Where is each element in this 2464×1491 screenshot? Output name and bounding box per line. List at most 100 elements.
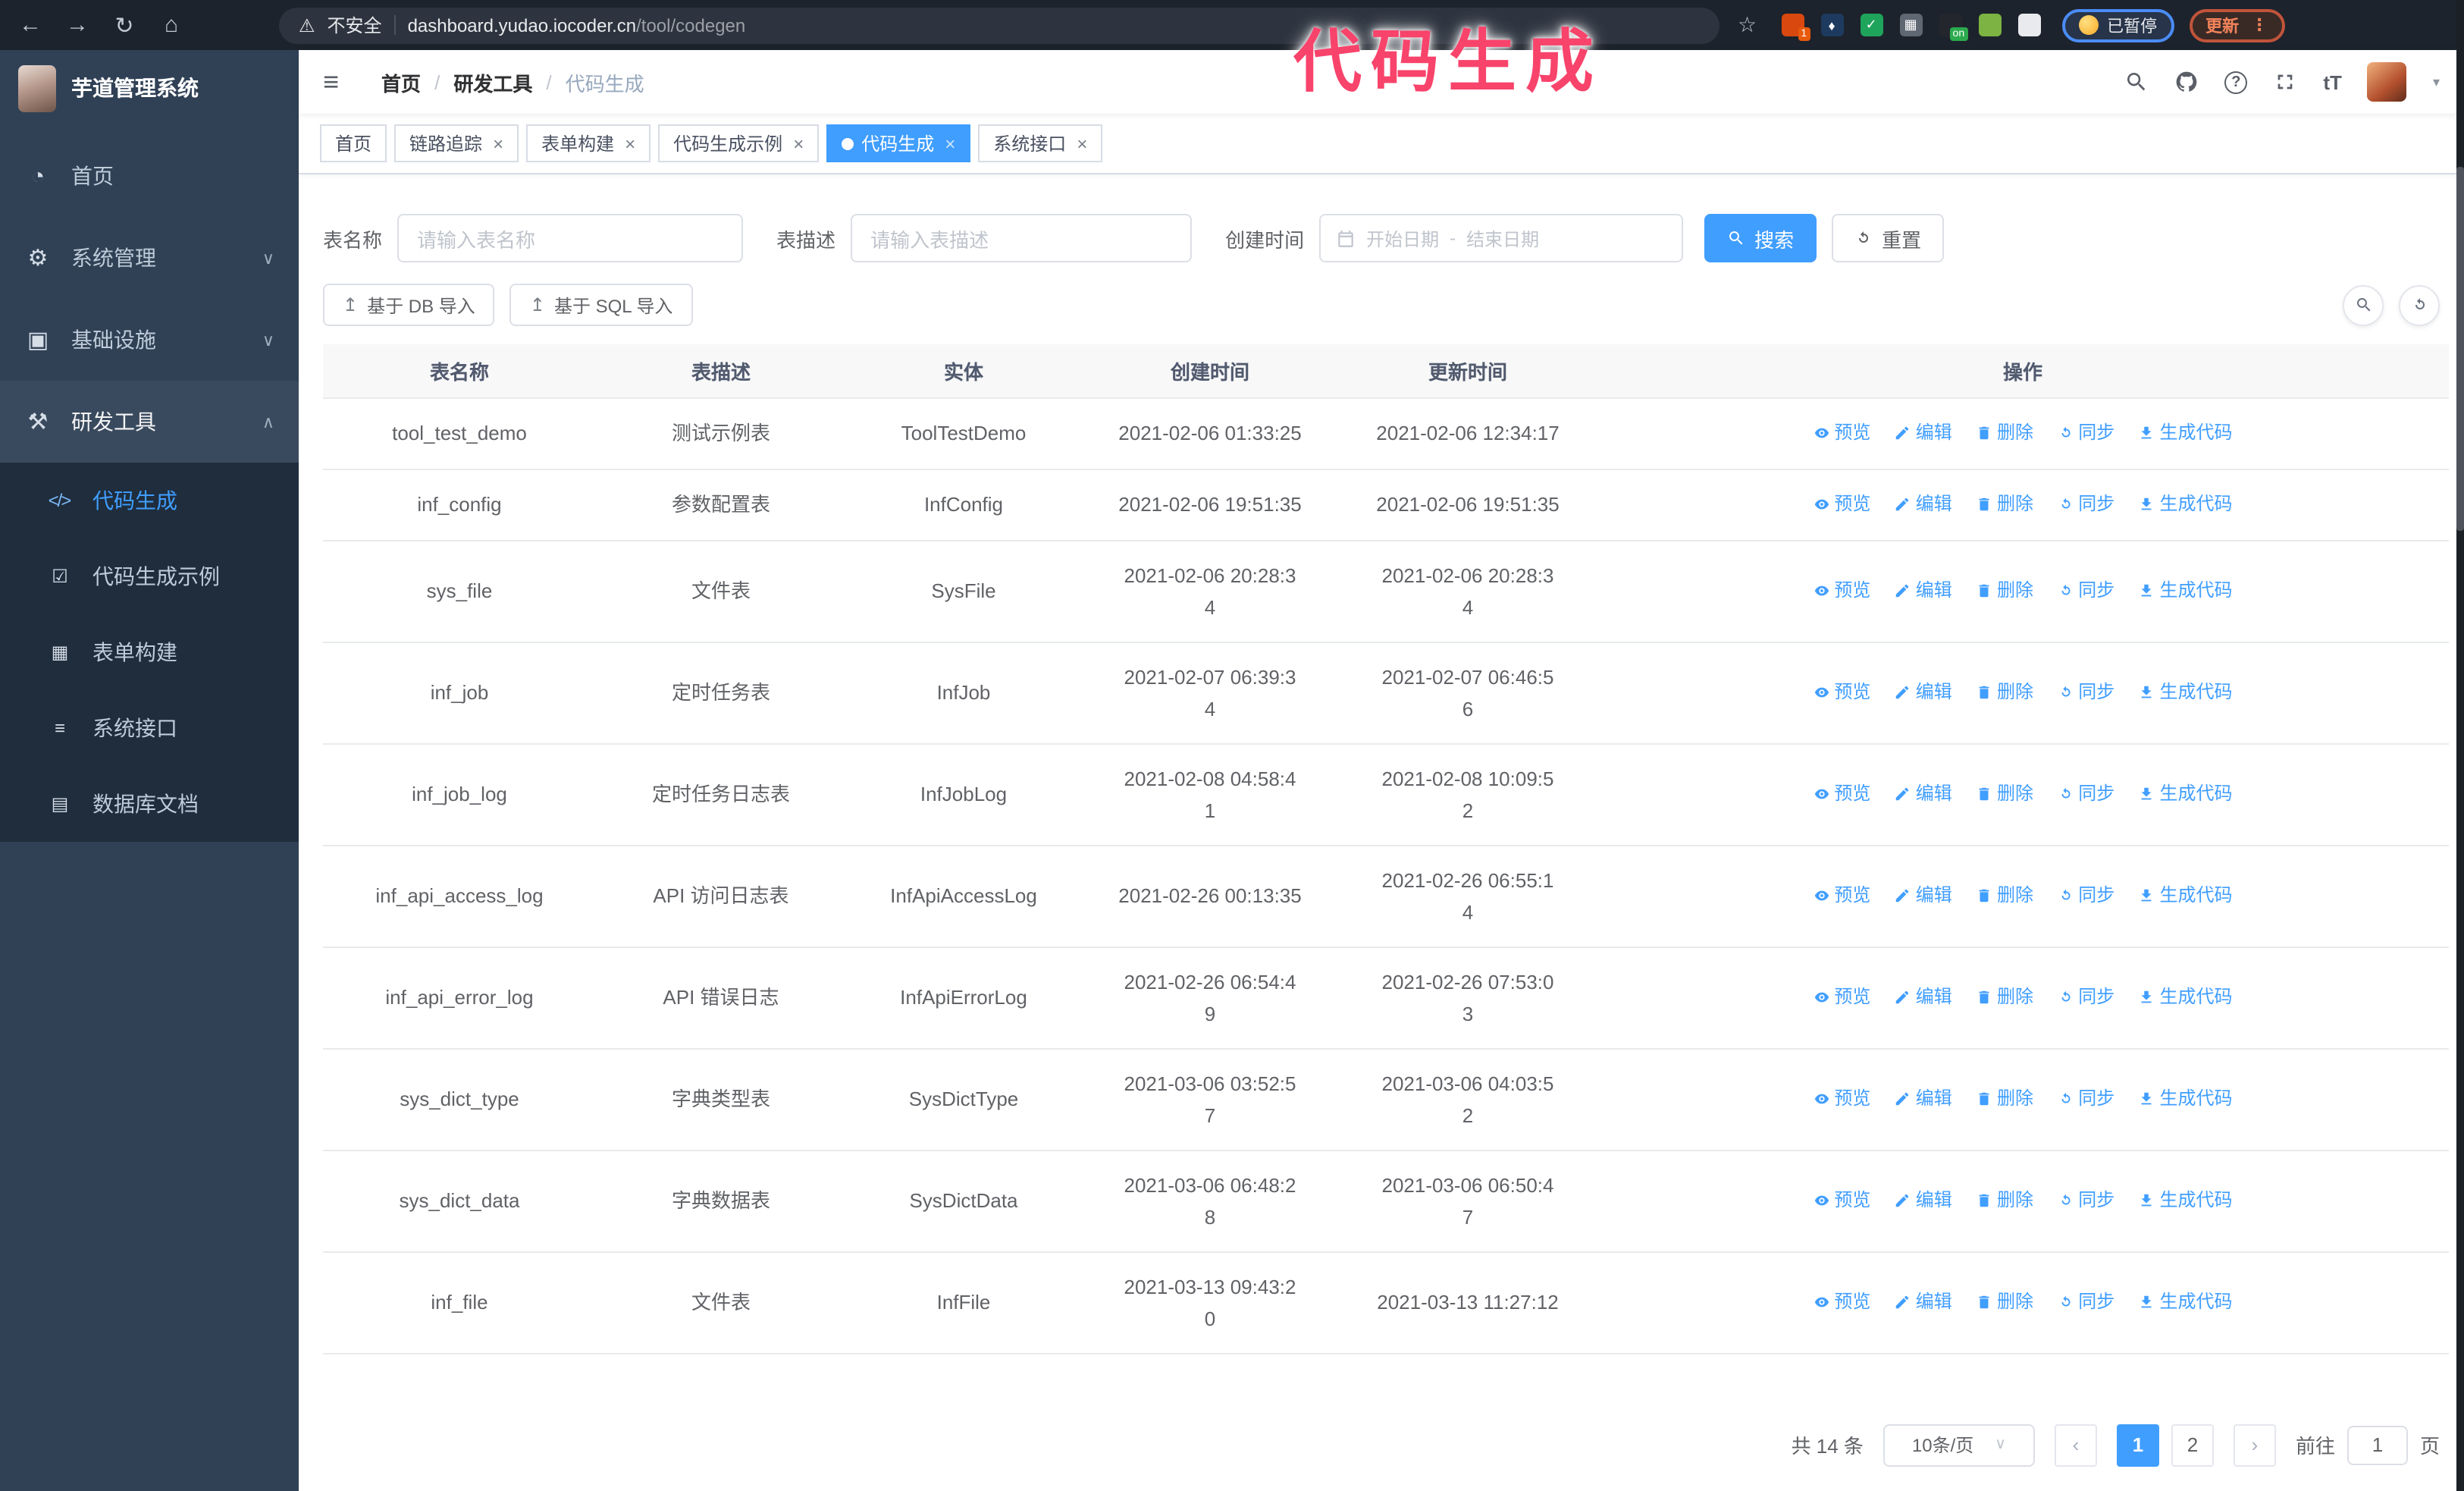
browser-back-icon[interactable]: ← bbox=[15, 12, 45, 38]
generate-code-link[interactable]: 生成代码 bbox=[2139, 416, 2233, 448]
toggle-search-button[interactable] bbox=[2343, 284, 2384, 325]
page-tab[interactable]: 代码生成 × bbox=[826, 124, 971, 162]
help-icon[interactable]: ? bbox=[2224, 71, 2248, 93]
extension-check-icon[interactable]: ✓ bbox=[1860, 14, 1883, 36]
delete-link[interactable]: 删除 bbox=[1976, 574, 2033, 606]
goto-page-input[interactable] bbox=[2346, 1425, 2408, 1464]
preview-link[interactable]: 预览 bbox=[1813, 777, 1870, 809]
sidebar-item[interactable]: ▣ 基础设施 ∨ bbox=[0, 299, 299, 381]
delete-link[interactable]: 删除 bbox=[1976, 879, 2033, 911]
font-size-icon[interactable]: tT bbox=[2323, 71, 2342, 93]
preview-link[interactable]: 预览 bbox=[1813, 879, 1870, 911]
tab-close-icon[interactable]: × bbox=[493, 133, 503, 154]
fullscreen-icon[interactable] bbox=[2273, 70, 2297, 94]
sidebar-subitem[interactable]: ▤ 数据库文档 bbox=[0, 766, 299, 842]
page-tab[interactable]: 首页 bbox=[320, 124, 387, 162]
delete-link[interactable]: 删除 bbox=[1976, 676, 2033, 708]
tab-close-icon[interactable]: × bbox=[945, 133, 955, 154]
sql-import-button[interactable]: ↥ 基于 SQL 导入 bbox=[509, 284, 693, 326]
kebab-menu-icon[interactable]: ⋮ bbox=[2251, 15, 2268, 35]
sidebar-subitem[interactable]: ▦ 表单构建 bbox=[0, 614, 299, 690]
tab-close-icon[interactable]: × bbox=[1077, 133, 1087, 154]
edit-link[interactable]: 编辑 bbox=[1895, 676, 1952, 708]
tab-close-icon[interactable]: × bbox=[793, 133, 804, 154]
reset-button[interactable]: 重置 bbox=[1832, 214, 1945, 262]
table-name-input[interactable]: 请输入表名称 bbox=[397, 214, 744, 262]
generate-code-link[interactable]: 生成代码 bbox=[2139, 777, 2233, 809]
search-icon[interactable] bbox=[2124, 70, 2149, 94]
generate-code-link[interactable]: 生成代码 bbox=[2139, 676, 2233, 708]
page-tab[interactable]: 代码生成示例 × bbox=[658, 124, 820, 162]
page-size-select[interactable]: 10条/页 ∨ bbox=[1882, 1424, 2035, 1466]
sidebar-item[interactable]: ⚒ 研发工具 ∧ bbox=[0, 381, 299, 463]
delete-link[interactable]: 删除 bbox=[1976, 416, 2033, 448]
edit-link[interactable]: 编辑 bbox=[1895, 416, 1952, 448]
preview-link[interactable]: 预览 bbox=[1813, 488, 1870, 519]
date-range-picker[interactable]: 开始日期 - 结束日期 bbox=[1319, 214, 1684, 262]
generate-code-link[interactable]: 生成代码 bbox=[2139, 574, 2233, 606]
page-tab[interactable]: 系统接口 × bbox=[978, 124, 1103, 162]
sidebar-collapse-icon[interactable]: ≡ bbox=[323, 68, 339, 96]
sidebar-subitem[interactable]: ☑ 代码生成示例 bbox=[0, 538, 299, 614]
user-avatar[interactable] bbox=[2367, 62, 2407, 102]
preview-link[interactable]: 预览 bbox=[1813, 1285, 1870, 1317]
sync-link[interactable]: 同步 bbox=[2057, 1082, 2114, 1114]
sidebar-subitem[interactable]: </> 代码生成 bbox=[0, 463, 299, 538]
delete-link[interactable]: 删除 bbox=[1976, 1285, 2033, 1317]
delete-link[interactable]: 删除 bbox=[1976, 488, 2033, 519]
prev-page-button[interactable]: ‹ bbox=[2054, 1424, 2097, 1466]
browser-update-button[interactable]: 更新 ⋮ bbox=[2189, 8, 2285, 42]
sync-link[interactable]: 同步 bbox=[2057, 981, 2114, 1012]
not-secure-label[interactable]: 不安全 bbox=[328, 12, 382, 38]
next-page-button[interactable]: › bbox=[2233, 1424, 2276, 1466]
delete-link[interactable]: 删除 bbox=[1976, 981, 2033, 1012]
edit-link[interactable]: 编辑 bbox=[1895, 777, 1952, 809]
sync-link[interactable]: 同步 bbox=[2057, 574, 2114, 606]
db-import-button[interactable]: ↥ 基于 DB 导入 bbox=[323, 284, 495, 326]
github-icon[interactable] bbox=[2174, 70, 2199, 94]
page-tab[interactable]: 表单构建 × bbox=[526, 124, 651, 162]
sidebar-item[interactable]: ⚙ 系统管理 ∨ bbox=[0, 217, 299, 299]
browser-reload-icon[interactable]: ↻ bbox=[109, 11, 140, 39]
edit-link[interactable]: 编辑 bbox=[1895, 574, 1952, 606]
generate-code-link[interactable]: 生成代码 bbox=[2139, 1285, 2233, 1317]
browser-home-icon[interactable]: ⌂ bbox=[156, 12, 187, 38]
extension-gem-icon[interactable]: ♦ bbox=[1820, 14, 1844, 36]
generate-code-link[interactable]: 生成代码 bbox=[2139, 1082, 2233, 1114]
delete-link[interactable]: 删除 bbox=[1976, 777, 2033, 809]
edit-link[interactable]: 编辑 bbox=[1895, 879, 1952, 911]
extension-on-badge-icon[interactable]: on bbox=[1939, 14, 1968, 41]
edit-link[interactable]: 编辑 bbox=[1895, 1285, 1952, 1317]
preview-link[interactable]: 预览 bbox=[1813, 574, 1870, 606]
edit-link[interactable]: 编辑 bbox=[1895, 1082, 1952, 1114]
sidebar-logo[interactable]: 芋道管理系统 bbox=[0, 50, 299, 126]
extension-puzzle-icon[interactable] bbox=[2017, 14, 2041, 36]
edit-link[interactable]: 编辑 bbox=[1895, 1184, 1952, 1216]
scrollbar-thumb[interactable] bbox=[2456, 167, 2464, 531]
avatar-caret-icon[interactable]: ▾ bbox=[2433, 74, 2440, 90]
refresh-table-button[interactable] bbox=[2399, 284, 2440, 325]
extension-grid-icon[interactable]: ▦ bbox=[1899, 14, 1923, 36]
sync-link[interactable]: 同步 bbox=[2057, 416, 2114, 448]
preview-link[interactable]: 预览 bbox=[1813, 1082, 1870, 1114]
sidebar-item[interactable]: ◔ 首页 bbox=[0, 135, 299, 217]
edit-link[interactable]: 编辑 bbox=[1895, 981, 1952, 1012]
sync-link[interactable]: 同步 bbox=[2057, 676, 2114, 708]
browser-forward-icon[interactable]: → bbox=[62, 12, 92, 38]
profile-paused-badge[interactable]: 已暂停 bbox=[2061, 8, 2174, 42]
tab-close-icon[interactable]: × bbox=[625, 133, 635, 154]
page-number-button[interactable]: 1 bbox=[2116, 1424, 2159, 1466]
bookmark-star-icon[interactable]: ☆ bbox=[1738, 12, 1757, 38]
search-button[interactable]: 搜索 bbox=[1704, 214, 1817, 262]
edit-link[interactable]: 编辑 bbox=[1895, 488, 1952, 519]
sync-link[interactable]: 同步 bbox=[2057, 879, 2114, 911]
extension-loop-icon[interactable]: 1 bbox=[1781, 14, 1810, 41]
delete-link[interactable]: 删除 bbox=[1976, 1082, 2033, 1114]
generate-code-link[interactable]: 生成代码 bbox=[2139, 1184, 2233, 1216]
preview-link[interactable]: 预览 bbox=[1813, 676, 1870, 708]
page-number-button[interactable]: 2 bbox=[2171, 1424, 2214, 1466]
breadcrumb-home[interactable]: 首页 bbox=[381, 67, 421, 96]
extension-android-icon[interactable] bbox=[1978, 14, 2002, 36]
breadcrumb-devtools[interactable]: 研发工具 bbox=[453, 67, 532, 96]
table-desc-input[interactable]: 请输入表描述 bbox=[851, 214, 1193, 262]
